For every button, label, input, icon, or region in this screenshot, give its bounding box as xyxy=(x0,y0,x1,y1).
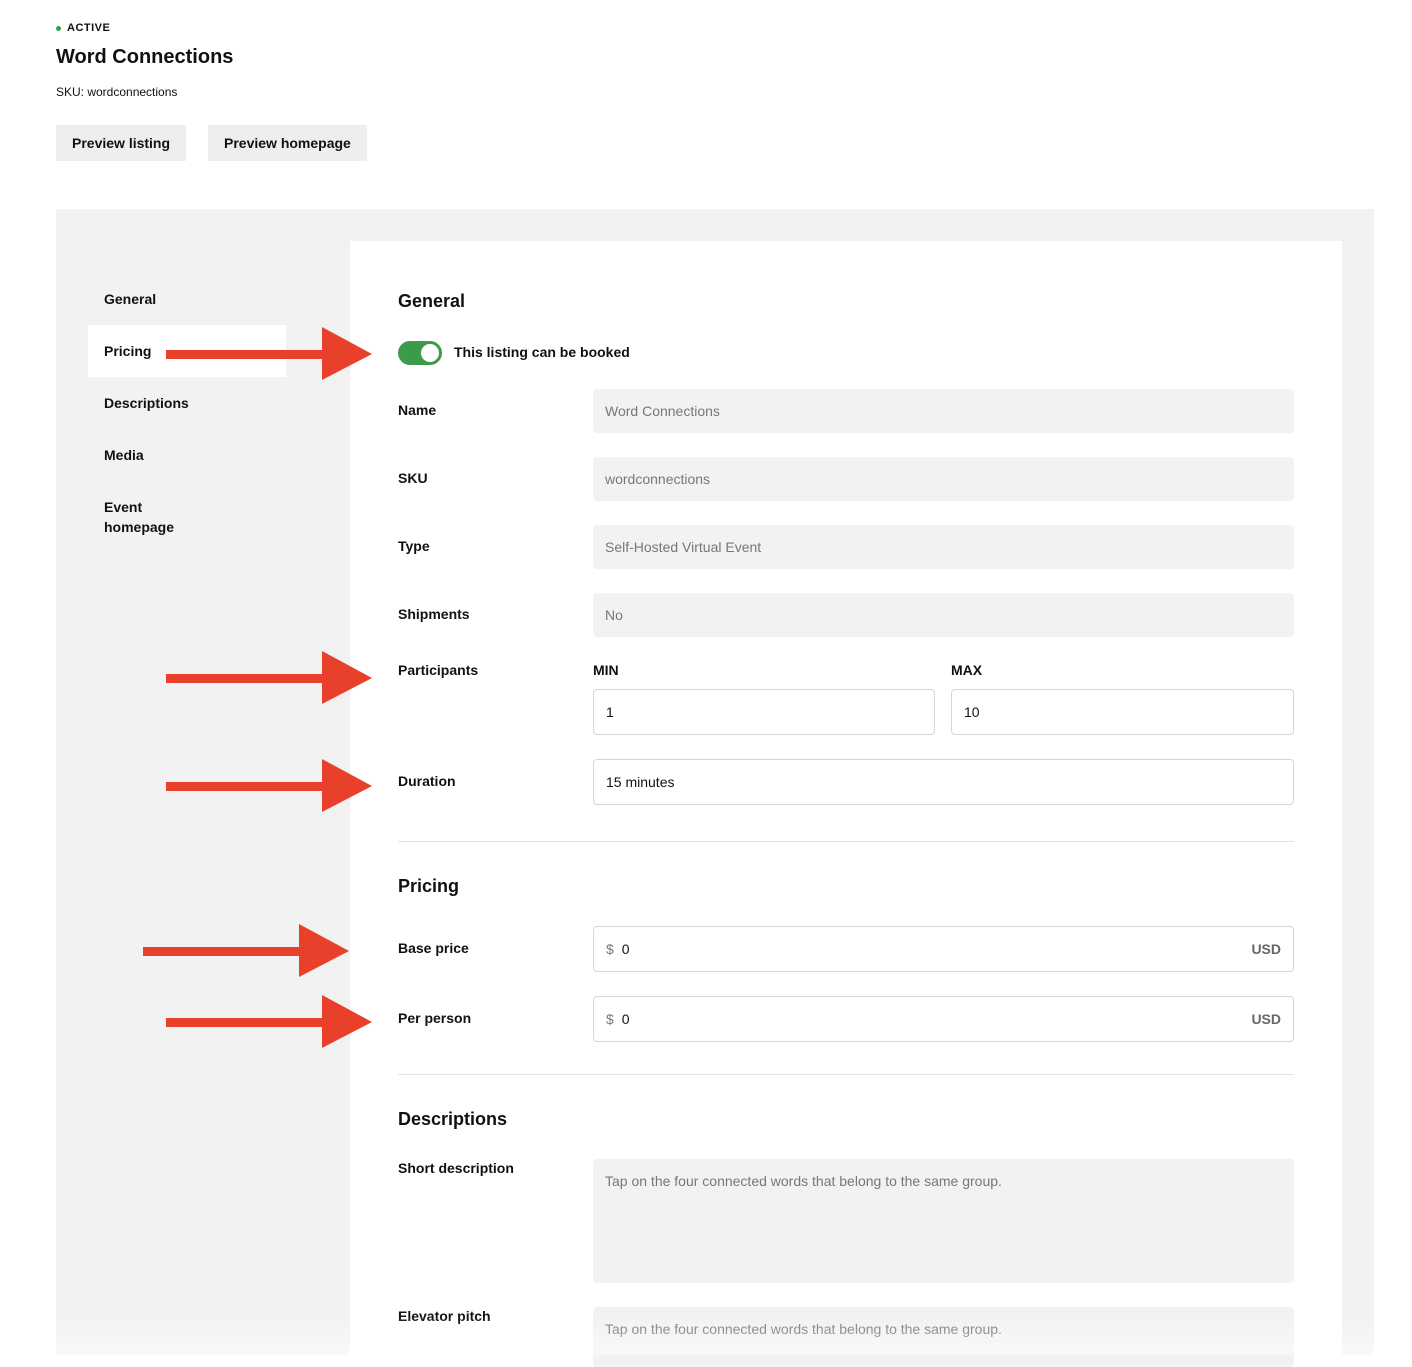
sidebar-item-general[interactable]: General xyxy=(88,289,286,309)
type-label: Type xyxy=(398,538,430,554)
base-price-value: 0 xyxy=(621,941,630,957)
name-field: Word Connections xyxy=(593,389,1294,433)
annotation-arrow xyxy=(166,759,372,812)
name-label: Name xyxy=(398,402,437,418)
section-title-general: General xyxy=(398,291,466,311)
per-person-input[interactable]: $ 0 USD xyxy=(593,996,1294,1042)
currency-unit: USD xyxy=(1251,941,1281,957)
shipments-label: Shipments xyxy=(398,606,470,622)
currency-unit: USD xyxy=(1251,1011,1281,1027)
annotation-arrow xyxy=(166,995,372,1048)
shipments-field: No xyxy=(593,593,1294,637)
duration-label: Duration xyxy=(398,773,456,789)
page-title: Word Connections xyxy=(56,46,234,68)
per-person-value: 0 xyxy=(621,1011,630,1027)
max-label: MAX xyxy=(951,662,983,678)
annotation-arrow xyxy=(166,327,372,380)
toggle-knob xyxy=(421,344,439,362)
sku-field: wordconnections xyxy=(593,457,1294,501)
short-description-label: Short description xyxy=(398,1160,514,1176)
currency-symbol: $ xyxy=(606,941,614,957)
sku-subtitle: SKU: wordconnections xyxy=(56,85,178,99)
currency-symbol: $ xyxy=(606,1011,614,1027)
type-field: Self-Hosted Virtual Event xyxy=(593,525,1294,569)
elevator-pitch-label: Elevator pitch xyxy=(398,1308,491,1324)
preview-homepage-button[interactable]: Preview homepage xyxy=(208,125,367,161)
status-dot xyxy=(56,25,61,31)
preview-listing-button[interactable]: Preview listing xyxy=(56,125,187,161)
sidebar-item-descriptions[interactable]: Descriptions xyxy=(88,393,286,413)
base-price-input[interactable]: $ 0 USD xyxy=(593,926,1294,972)
min-label: MIN xyxy=(593,662,619,678)
sku-label: SKU xyxy=(398,470,428,486)
annotation-arrow xyxy=(143,924,349,977)
status-indicator: ACTIVE xyxy=(56,22,110,34)
section-title-pricing: Pricing xyxy=(398,876,460,896)
short-description-textarea[interactable]: Tap on the four connected words that bel… xyxy=(593,1159,1294,1283)
status-label: ACTIVE xyxy=(67,22,111,34)
section-divider xyxy=(398,1074,1294,1075)
sidebar-item-media[interactable]: Media xyxy=(88,445,286,465)
sidebar-item-event-homepage[interactable]: Event homepage xyxy=(88,497,208,537)
section-title-descriptions: Descriptions xyxy=(398,1109,508,1129)
elevator-pitch-textarea[interactable]: Tap on the four connected words that bel… xyxy=(593,1307,1294,1367)
max-participants-input[interactable]: 10 xyxy=(951,689,1294,735)
participants-label: Participants xyxy=(398,662,479,678)
min-participants-input[interactable]: 1 xyxy=(593,689,935,735)
per-person-label: Per person xyxy=(398,1010,472,1026)
duration-input[interactable]: 15 minutes xyxy=(593,759,1294,805)
base-price-label: Base price xyxy=(398,940,469,956)
bookable-toggle-label: This listing can be booked xyxy=(454,344,630,360)
bookable-toggle[interactable] xyxy=(398,341,442,365)
annotation-arrow xyxy=(166,651,372,704)
section-divider xyxy=(398,841,1294,842)
